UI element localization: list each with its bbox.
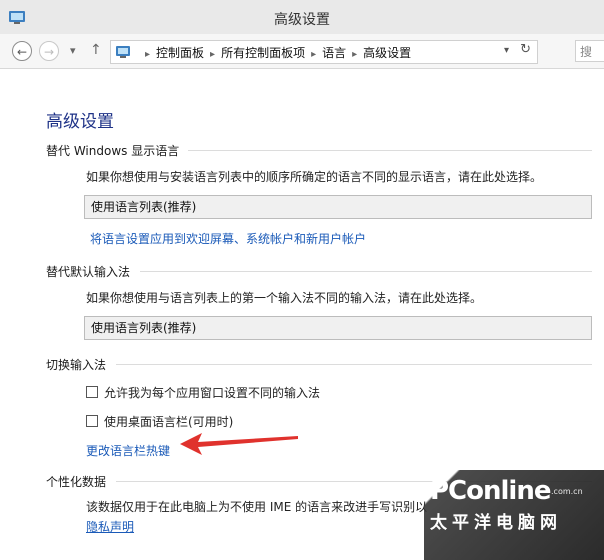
default-input-heading: 替代默认输入法	[46, 265, 131, 279]
change-hotkeys-link[interactable]: 更改语言栏热键	[86, 442, 170, 459]
desktop-language-bar-checkbox[interactable]	[86, 415, 98, 427]
desktop-language-bar-label[interactable]: 使用桌面语言栏(可用时)	[104, 413, 233, 430]
watermark-domain: .com.cn	[551, 487, 583, 496]
breadcrumb-language[interactable]: 语言	[322, 46, 346, 60]
annotation-arrow-icon	[180, 433, 298, 455]
display-language-select[interactable]: 使用语言列表(推荐)	[84, 195, 592, 219]
personalization-description: 该数据仅用于在此电脑上为不使用 IME 的语言来改进手写识别以	[86, 500, 428, 514]
page-title: 高级设置	[46, 112, 114, 132]
section-divider	[116, 364, 592, 365]
breadcrumb-control-panel[interactable]: 控制面板	[156, 46, 204, 60]
watermark-brand: PConline	[430, 476, 551, 506]
per-app-input-checkbox[interactable]	[86, 386, 98, 398]
breadcrumb-separator: ▸	[210, 49, 216, 60]
control-panel-icon	[116, 46, 130, 58]
privacy-statement-link[interactable]: 隐私声明	[86, 518, 134, 535]
default-input-description: 如果你想使用与语言列表上的第一个输入法不同的输入法，请在此处选择。	[86, 291, 483, 305]
forward-button[interactable]: →	[39, 41, 59, 61]
window-title: 高级设置	[274, 12, 330, 28]
section-divider	[140, 271, 592, 272]
breadcrumb-separator: ▸	[352, 49, 358, 60]
title-bar: 高级设置	[0, 0, 604, 34]
switch-input-heading: 切换输入法	[46, 358, 107, 372]
section-divider	[188, 150, 592, 151]
breadcrumb: ▸ 控制面板 ▸ 所有控制面板项 ▸ 语言 ▸ 高级设置	[139, 44, 411, 61]
breadcrumb-advanced-settings[interactable]: 高级设置	[363, 46, 411, 60]
per-app-input-label[interactable]: 允许我为每个应用窗口设置不同的输入法	[104, 384, 320, 401]
recent-locations-button[interactable]: ▾	[70, 44, 76, 57]
address-bar[interactable]: ▸ 控制面板 ▸ 所有控制面板项 ▸ 语言 ▸ 高级设置 ▾ ↻	[110, 40, 538, 64]
breadcrumb-separator: ▸	[311, 49, 317, 60]
default-input-select[interactable]: 使用语言列表(推荐)	[84, 316, 592, 340]
navigation-bar: ← → ▾ ↑ ▸ 控制面板 ▸ 所有控制面板项 ▸ 语言 ▸ 高级设置 ▾ ↻ 搜	[0, 34, 604, 69]
breadcrumb-all-items[interactable]: 所有控制面板项	[221, 46, 305, 60]
up-button[interactable]: ↑	[90, 42, 102, 58]
breadcrumb-separator: ▸	[145, 49, 151, 60]
apply-to-welcome-screen-link[interactable]: 将语言设置应用到欢迎屏幕、系统帐户和新用户帐户	[90, 230, 366, 247]
search-input[interactable]: 搜	[575, 40, 604, 62]
watermark-subtitle: 太平洋电脑网	[430, 513, 562, 533]
personalization-heading: 个性化数据	[46, 475, 107, 489]
display-language-description: 如果你想使用与安装语言列表中的顺序所确定的语言不同的显示语言，请在此处选择。	[86, 170, 543, 184]
refresh-button[interactable]: ↻	[520, 42, 531, 57]
back-button[interactable]: ←	[12, 41, 32, 61]
display-language-heading: 替代 Windows 显示语言	[46, 144, 180, 158]
address-dropdown-button[interactable]: ▾	[504, 45, 509, 56]
